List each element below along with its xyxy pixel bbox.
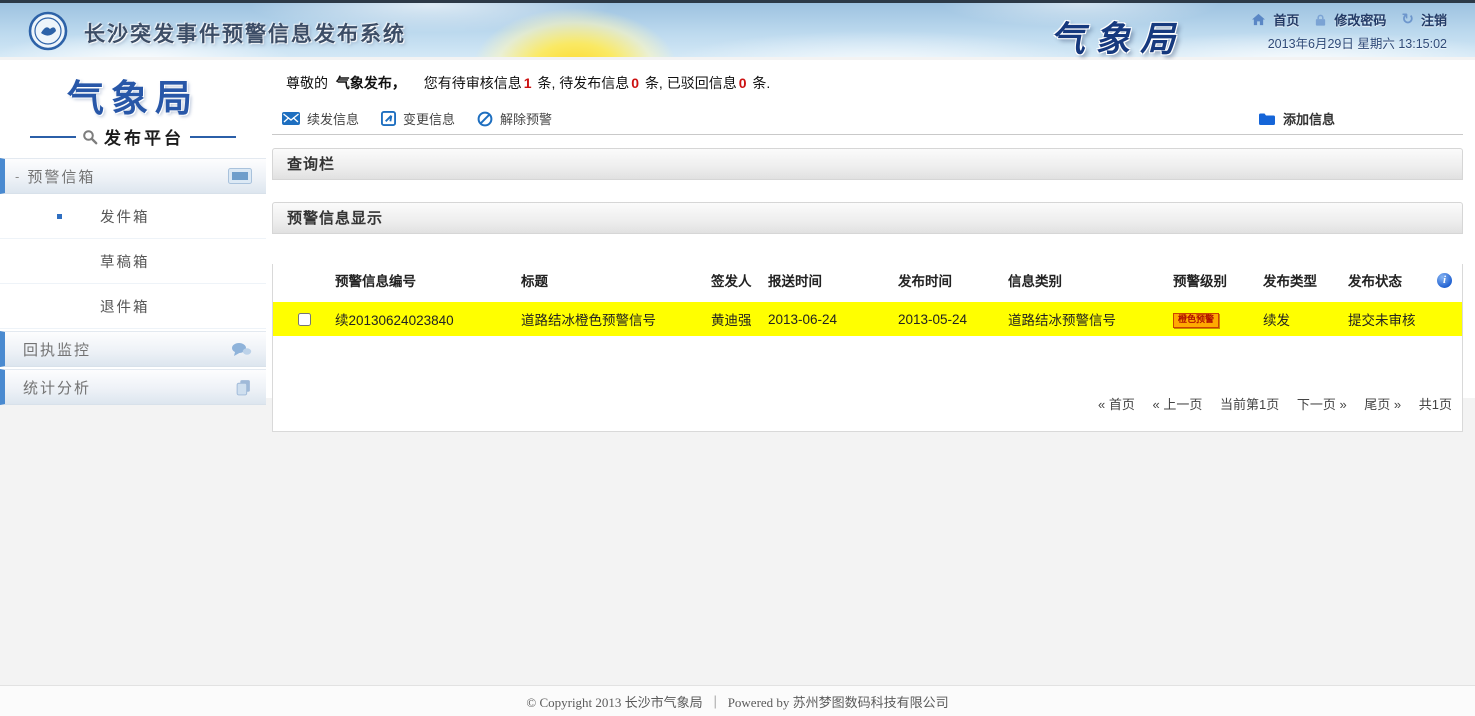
top-header: 长沙突发事件预警信息发布系统 气象局 首页 修改密码 ↻ 注销 2013年6月2…: [0, 0, 1475, 57]
sidebar-item-outbox[interactable]: 发件箱: [0, 194, 266, 239]
mailbox-icon: [228, 168, 252, 184]
table-row[interactable]: 续20130624023840 道路结冰橙色预警信号 黄迪强 2013-06-2…: [273, 302, 1462, 336]
pagination-next[interactable]: 下一页 »: [1297, 397, 1347, 412]
sidebar-item-warning-inbox[interactable]: - 预警信箱: [0, 158, 266, 194]
sidebar-item-receipt-monitor[interactable]: 回执监控: [0, 331, 266, 367]
sidebar: 气象局 发布平台 - 预警信箱 发件箱 草稿箱 退件箱 回执监控: [0, 60, 266, 398]
lock-icon: [1314, 13, 1327, 27]
sidebar-logo-subtitle-row: 发布平台: [0, 124, 266, 149]
cell-id: 续20130624023840: [335, 302, 521, 336]
home-icon: [1251, 13, 1266, 26]
pagination-current: 当前第1页: [1220, 397, 1279, 412]
cell-publish-time: 2013-05-24: [898, 302, 1008, 336]
sidebar-item-statistics[interactable]: 统计分析: [0, 369, 266, 405]
pagination: « 首页 « 上一页 当前第1页 下一页 » 尾页 » 共1页: [1084, 394, 1452, 413]
pagination-first[interactable]: « 首页: [1098, 397, 1135, 412]
col-header-publish-time: 发布时间: [898, 264, 1008, 302]
footer: © Copyright 2013 长沙市气象局 ｜ Powered by 苏州梦…: [0, 685, 1475, 716]
ban-icon: [477, 111, 493, 127]
col-header-publish-type: 发布类型: [1263, 264, 1348, 302]
bullet-icon: [57, 214, 62, 219]
site-logo-icon: [28, 11, 68, 51]
col-header-issuer: 签发人: [711, 264, 768, 302]
col-header-category: 信息类别: [1008, 264, 1173, 302]
current-user: 气象发布，: [336, 75, 406, 91]
divider: [30, 136, 76, 138]
col-header-submit-time: 报送时间: [768, 264, 898, 302]
resend-info-button[interactable]: 续发信息: [282, 109, 359, 128]
cell-issuer: 黄迪强: [711, 302, 768, 336]
search-icon: [82, 129, 98, 145]
nav-logout[interactable]: 注销: [1421, 10, 1447, 29]
warning-table: 预警信息编号 标题 签发人 报送时间 发布时间 信息类别 预警级别 发布类型 发…: [273, 264, 1462, 336]
info-icon[interactable]: i: [1437, 273, 1452, 288]
col-header-title: 标题: [521, 264, 711, 302]
modify-info-button[interactable]: 变更信息: [381, 109, 455, 128]
powered-by-text: Powered by 苏州梦图数码科技有限公司: [728, 692, 949, 711]
sidebar-logo-subtitle: 发布平台: [104, 124, 184, 149]
table-header-row: 预警信息编号 标题 签发人 报送时间 发布时间 信息类别 预警级别 发布类型 发…: [273, 264, 1462, 302]
edit-icon: [381, 111, 396, 126]
cell-category: 道路结冰预警信号: [1008, 302, 1173, 336]
collapse-indicator: -: [15, 169, 19, 184]
copyright-text: © Copyright 2013 长沙市气象局: [526, 692, 702, 711]
cell-publish-type: 续发: [1263, 302, 1348, 336]
datetime-display: 2013年6月29日 星期六 13:15:02: [1268, 33, 1447, 52]
pending-review-count: 1: [524, 75, 532, 91]
envelope-icon: [282, 112, 300, 125]
query-bar-header[interactable]: 查询栏: [272, 148, 1463, 180]
cell-status: 提交未审核: [1348, 302, 1462, 336]
pagination-last[interactable]: 尾页 »: [1364, 397, 1401, 412]
pagination-total: 共1页: [1419, 397, 1452, 412]
main-content: 尊敬的 气象发布， 您有待审核信息1 条, 待发布信息0 条, 已驳回信息0 条…: [272, 60, 1463, 432]
cell-title: 道路结冰橙色预警信号: [521, 302, 711, 336]
brand-title: 气象局: [1050, 11, 1185, 62]
rejected-count: 0: [739, 75, 747, 91]
cancel-warning-button[interactable]: 解除预警: [477, 109, 552, 128]
pagination-prev[interactable]: « 上一页: [1153, 397, 1203, 412]
nav-change-password[interactable]: 修改密码: [1334, 10, 1386, 29]
warning-level-badge: 橙色预警: [1173, 313, 1219, 328]
footer-separator: ｜: [709, 692, 722, 711]
cell-submit-time: 2013-06-24: [768, 302, 898, 336]
col-header-level: 预警级别: [1173, 264, 1263, 302]
nav-home[interactable]: 首页: [1273, 10, 1299, 29]
top-nav: 首页 修改密码 ↻ 注销: [1251, 10, 1447, 29]
warning-table-panel: i 预警信息编号 标题 签发人 报送时间 发布时间 信息类别 预警级别 发布类型: [272, 264, 1463, 432]
statistics-pages-icon: [235, 379, 252, 396]
receipt-chat-icon: [231, 342, 252, 357]
table-section-header: 预警信息显示: [272, 202, 1463, 234]
sidebar-item-returned[interactable]: 退件箱: [0, 284, 266, 329]
page-title: 长沙突发事件预警信息发布系统: [84, 18, 406, 48]
toolbar: 续发信息 变更信息 解除预警 添加信息: [272, 103, 1463, 135]
greeting-line: 尊敬的 气象发布， 您有待审核信息1 条, 待发布信息0 条, 已驳回信息0 条…: [272, 60, 1463, 103]
logout-icon: ↻: [1401, 12, 1414, 27]
sidebar-item-drafts[interactable]: 草稿箱: [0, 239, 266, 284]
col-header-id: 预警信息编号: [335, 264, 521, 302]
row-checkbox[interactable]: [298, 313, 311, 326]
divider: [190, 136, 236, 138]
pending-publish-count: 0: [631, 75, 639, 91]
sidebar-logo-title: 气象局: [0, 68, 266, 122]
folder-icon: [1258, 112, 1276, 126]
add-info-button[interactable]: 添加信息: [1258, 109, 1335, 128]
